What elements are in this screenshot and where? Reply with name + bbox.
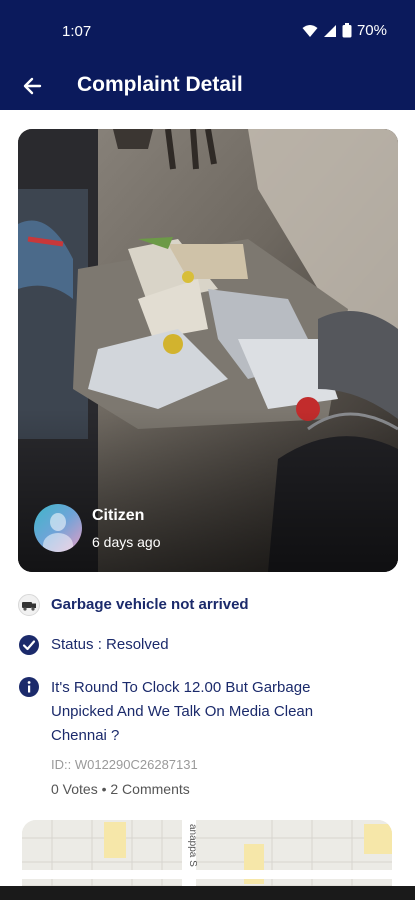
status-time: 1:07: [62, 23, 92, 40]
description-row: It's Round To Clock 12.00 But Garbage Un…: [18, 676, 371, 748]
back-button[interactable]: [14, 68, 50, 104]
complaint-category: Garbage vehicle not arrived: [51, 596, 249, 613]
wifi-icon: [302, 24, 318, 37]
map-street-label: anappa S: [187, 824, 198, 867]
complaint-id: ID:: W012290C26287131: [51, 757, 198, 772]
signal-icon: [323, 24, 336, 37]
back-arrow-icon: [23, 77, 42, 95]
category-icon: [18, 594, 40, 616]
complaint-description: It's Round To Clock 12.00 But Garbage Un…: [51, 679, 314, 744]
page-title: Complaint Detail: [77, 73, 243, 96]
engagement-summary[interactable]: 0 Votes • 2 Comments: [51, 781, 190, 797]
complaint-photo[interactable]: Citizen 6 days ago: [18, 129, 398, 572]
avatar: [34, 504, 82, 552]
check-circle-icon: [19, 635, 39, 655]
status-bar: 1:07 70%: [0, 0, 415, 62]
status-icons: 70%: [302, 22, 387, 39]
system-navigation-bar: [0, 886, 415, 900]
author-block: Citizen 6 days ago: [34, 504, 161, 552]
category-row: Garbage vehicle not arrived: [18, 594, 249, 616]
status-row: Status : Resolved: [18, 634, 169, 656]
complaint-status: Status : Resolved: [51, 636, 169, 653]
app-bar: Complaint Detail: [0, 62, 415, 110]
author-name: Citizen: [92, 506, 145, 524]
battery-level: 70%: [356, 22, 387, 39]
info-icon: [19, 677, 39, 697]
battery-icon: [342, 23, 352, 38]
posted-time: 6 days ago: [92, 533, 161, 550]
